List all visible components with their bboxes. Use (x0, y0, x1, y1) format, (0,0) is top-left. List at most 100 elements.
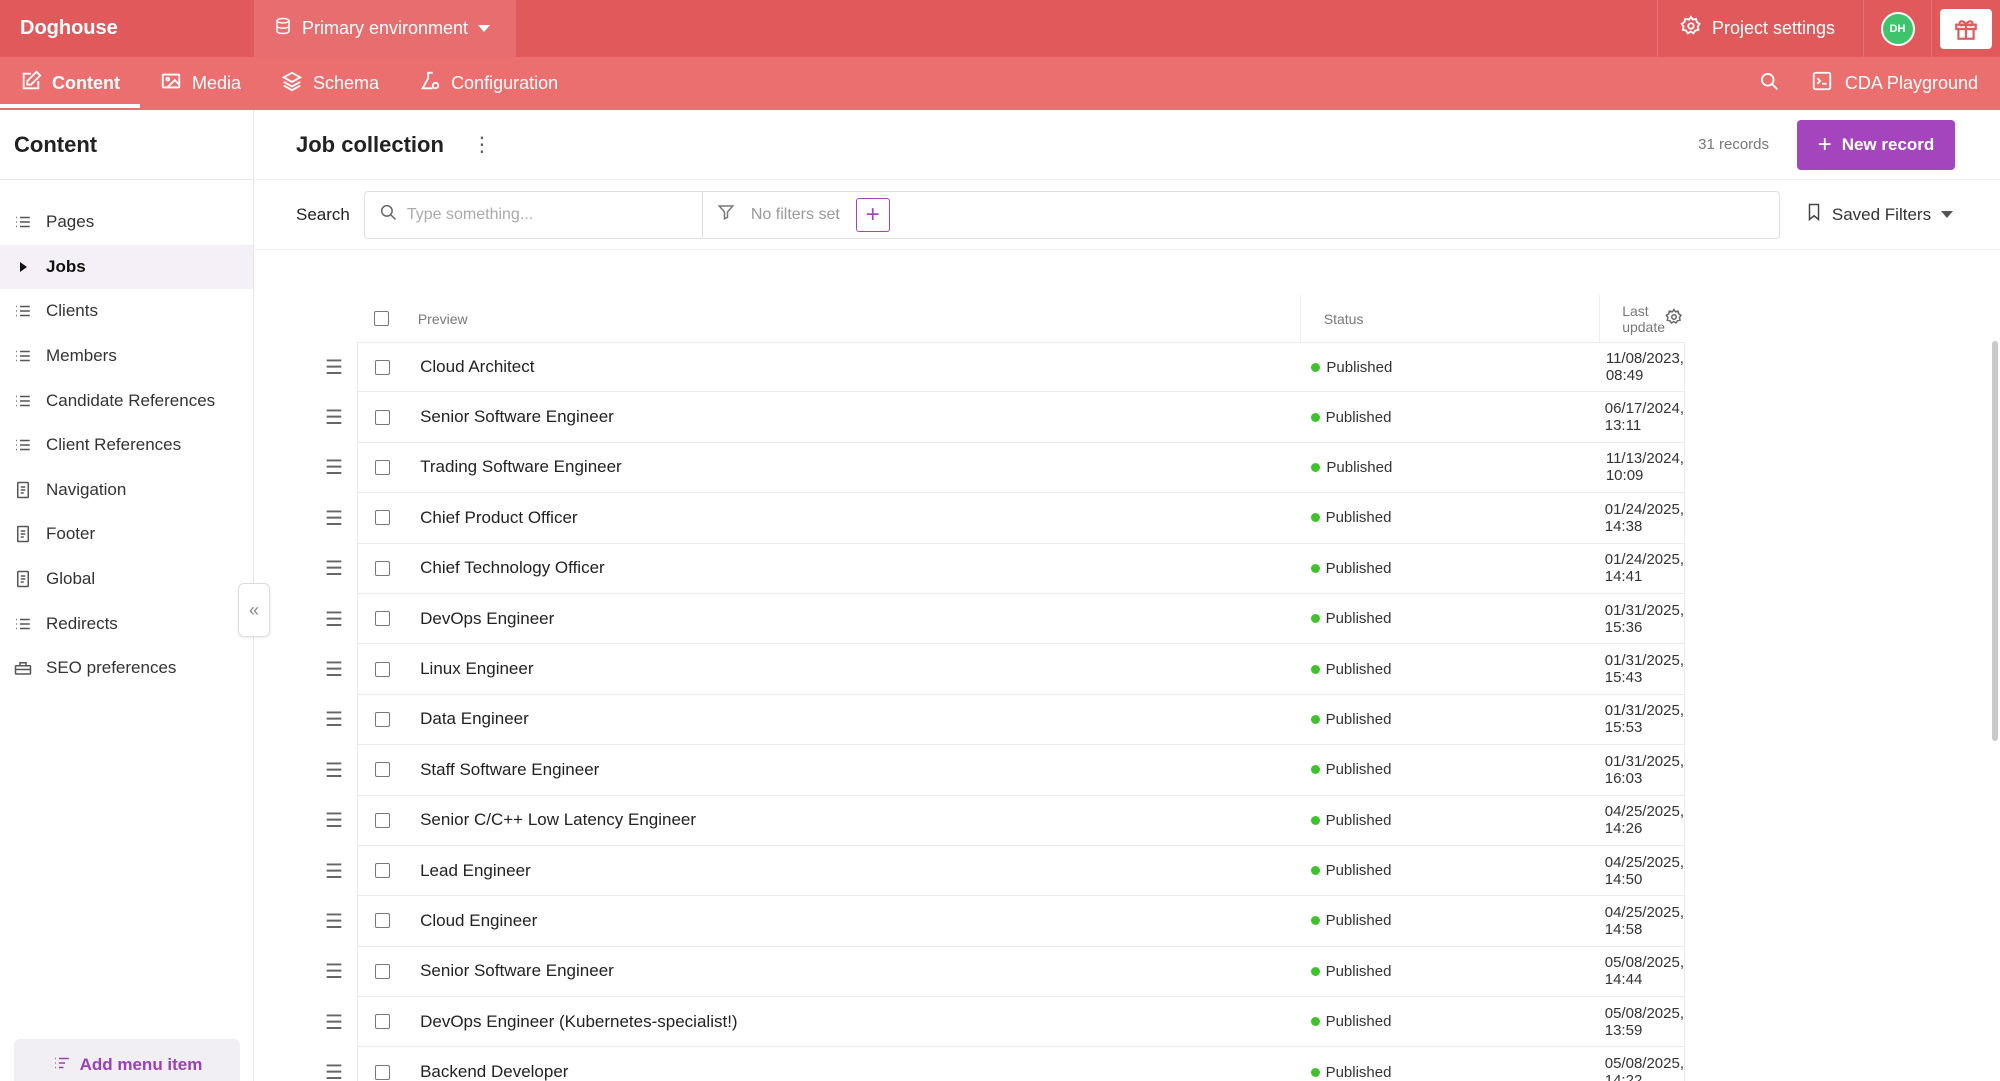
drag-handle-icon[interactable]: ☰ (255, 556, 357, 581)
row-content[interactable]: Chief Product Officer Published 01/24/2025… (357, 493, 1685, 544)
table-row[interactable]: ☰ Backend Developer Published 05/08/2025, 1… (255, 1047, 2000, 1081)
row-checkbox[interactable] (374, 359, 390, 375)
sidebar-item-pages[interactable]: Pages (0, 200, 253, 245)
tab-media[interactable]: Media (140, 57, 261, 110)
table-row[interactable]: ☰ Senior C/C++ Low Latency Engineer Publis… (255, 795, 2000, 846)
sidebar-item-client-references[interactable]: Client References (0, 423, 253, 468)
row-content[interactable]: Data Engineer Published 01/31/2025, 15:53 (357, 694, 1685, 746)
row-content[interactable]: Chief Technology Officer Published 01/24/2… (357, 543, 1685, 594)
row-content[interactable]: DevOps Engineer Published 01/31/2025, 15:3… (357, 593, 1685, 645)
sidebar-item-members[interactable]: Members (0, 334, 253, 379)
row-content[interactable]: Linux Engineer Published 01/31/2025, 15:43 (357, 644, 1685, 695)
sidebar-item-footer[interactable]: Footer (0, 512, 253, 557)
row-title[interactable]: Senior C/C++ Low Latency Engineer (406, 810, 1287, 830)
table-row[interactable]: ☰ Lead Engineer Published 04/25/2025, 14:50 (255, 845, 2000, 897)
table-row[interactable]: ☰ Linux Engineer Published 01/31/2025, 15:4… (255, 644, 2000, 695)
tab-configuration[interactable]: Configuration (399, 57, 578, 110)
global-search-button[interactable] (1739, 57, 1799, 110)
drag-handle-icon[interactable]: ☰ (255, 355, 357, 380)
row-checkbox[interactable] (374, 661, 390, 677)
row-checkbox[interactable] (374, 812, 390, 828)
row-checkbox[interactable] (374, 409, 390, 425)
drag-handle-icon[interactable]: ☰ (255, 1060, 357, 1081)
row-title[interactable]: Data Engineer (406, 709, 1287, 729)
column-header-last-update[interactable]: Last update (1600, 295, 1685, 342)
row-checkbox[interactable] (374, 1014, 390, 1030)
row-checkbox[interactable] (374, 510, 390, 526)
table-row[interactable]: ☰ Senior Software Engineer Published 06/17/… (255, 392, 2000, 443)
drag-handle-icon[interactable]: ☰ (255, 506, 357, 531)
row-content[interactable]: Cloud Architect Published 11/08/2023, 08:4… (357, 342, 1685, 393)
cda-playground-button[interactable]: CDA Playground (1799, 57, 2000, 110)
column-header-status[interactable]: Status (1301, 295, 1601, 342)
row-title[interactable]: Chief Technology Officer (406, 558, 1287, 578)
row-content[interactable]: Senior Software Engineer Published 06/17/2… (357, 392, 1685, 443)
sidebar-item-global[interactable]: Global (0, 557, 253, 602)
row-checkbox[interactable] (374, 963, 390, 979)
row-content[interactable]: Senior C/C++ Low Latency Engineer Publish… (357, 795, 1685, 846)
search-input[interactable] (406, 205, 697, 224)
drag-handle-icon[interactable]: ☰ (255, 808, 357, 833)
sidebar-item-redirects[interactable]: Redirects (0, 601, 253, 646)
table-row[interactable]: ☰ Senior Software Engineer Published 05/08/… (255, 946, 2000, 998)
more-options-icon[interactable]: ⋮ (472, 132, 492, 157)
column-header-preview[interactable]: Preview (406, 295, 1301, 342)
tab-schema[interactable]: Schema (261, 57, 399, 110)
select-all-checkbox[interactable] (373, 311, 389, 326)
row-title[interactable]: DevOps Engineer (406, 609, 1287, 629)
project-settings-button[interactable]: Project settings (1656, 0, 1864, 57)
row-title[interactable]: Cloud Architect (406, 357, 1288, 377)
drag-handle-icon[interactable]: ☰ (255, 657, 357, 682)
table-row[interactable]: ☰ Chief Product Officer Published 01/24/202… (255, 493, 2000, 544)
row-checkbox[interactable] (374, 459, 390, 475)
row-checkbox[interactable] (374, 611, 390, 627)
drag-handle-icon[interactable]: ☰ (255, 909, 357, 934)
table-row[interactable]: ☰ Cloud Architect Published 11/08/2023, 08:… (255, 342, 2000, 393)
drag-handle-icon[interactable]: ☰ (255, 1010, 357, 1035)
sidebar-item-seo-preferences[interactable]: SEO preferences (0, 646, 253, 691)
row-checkbox[interactable] (374, 560, 390, 576)
row-content[interactable]: Staff Software Engineer Published 01/31/20… (357, 745, 1685, 796)
row-title[interactable]: Linux Engineer (406, 659, 1287, 679)
user-menu[interactable]: DH (1864, 0, 1932, 57)
row-content[interactable]: Cloud Engineer Published 04/25/2025, 14:58 (357, 896, 1685, 947)
table-row[interactable]: ☰ DevOps Engineer Published 01/31/2025, 15:… (255, 593, 2000, 645)
new-record-button[interactable]: + New record (1797, 119, 1955, 170)
row-title[interactable]: Backend Developer (406, 1062, 1287, 1081)
table-row[interactable]: ☰ Data Engineer Published 01/31/2025, 15:53 (255, 694, 2000, 746)
tab-content[interactable]: Content (0, 57, 140, 110)
row-content[interactable]: Senior Software Engineer Published 05/08/2… (357, 946, 1685, 998)
row-title[interactable]: Cloud Engineer (406, 911, 1287, 931)
sidebar-item-navigation[interactable]: Navigation (0, 468, 253, 513)
collapse-sidebar-button[interactable]: « (238, 583, 270, 637)
add-filter-button[interactable]: + (855, 197, 890, 232)
row-checkbox[interactable] (374, 863, 390, 879)
scrollbar[interactable] (1992, 341, 1998, 741)
drag-handle-icon[interactable]: ☰ (255, 405, 357, 430)
row-title[interactable]: Senior Software Engineer (406, 961, 1287, 981)
row-title[interactable]: Staff Software Engineer (406, 760, 1287, 780)
drag-handle-icon[interactable]: ☰ (255, 607, 357, 632)
drag-handle-icon[interactable]: ☰ (255, 959, 357, 984)
table-row[interactable]: ☰ Staff Software Engineer Published 01/31/2… (255, 745, 2000, 796)
table-row[interactable]: ☰ Trading Software Engineer Published 11/13… (255, 442, 2000, 494)
environment-selector[interactable]: Primary environment (254, 0, 516, 57)
brand-name[interactable]: Doghouse (0, 0, 254, 57)
drag-handle-icon[interactable]: ☰ (255, 707, 357, 732)
row-content[interactable]: Lead Engineer Published 04/25/2025, 14:50 (357, 845, 1685, 897)
sidebar-item-clients[interactable]: Clients (0, 289, 253, 334)
whats-new-button[interactable] (1932, 0, 2000, 57)
saved-filters-dropdown[interactable]: Saved Filters (1806, 203, 1954, 226)
row-title[interactable]: Trading Software Engineer (406, 457, 1288, 477)
add-menu-item-button[interactable]: Add menu item (14, 1039, 240, 1081)
drag-handle-icon[interactable]: ☰ (255, 859, 357, 884)
row-content[interactable]: Trading Software Engineer Published 11/13/… (357, 442, 1685, 494)
row-title[interactable]: Senior Software Engineer (406, 407, 1287, 427)
row-checkbox[interactable] (374, 913, 390, 929)
row-title[interactable]: Chief Product Officer (406, 508, 1287, 528)
drag-handle-icon[interactable]: ☰ (255, 455, 357, 480)
drag-handle-icon[interactable]: ☰ (255, 758, 357, 783)
sidebar-item-jobs[interactable]: Jobs (0, 244, 253, 290)
row-checkbox[interactable] (374, 1064, 390, 1080)
row-content[interactable]: Backend Developer Published 05/08/2025, 14… (357, 1047, 1685, 1081)
